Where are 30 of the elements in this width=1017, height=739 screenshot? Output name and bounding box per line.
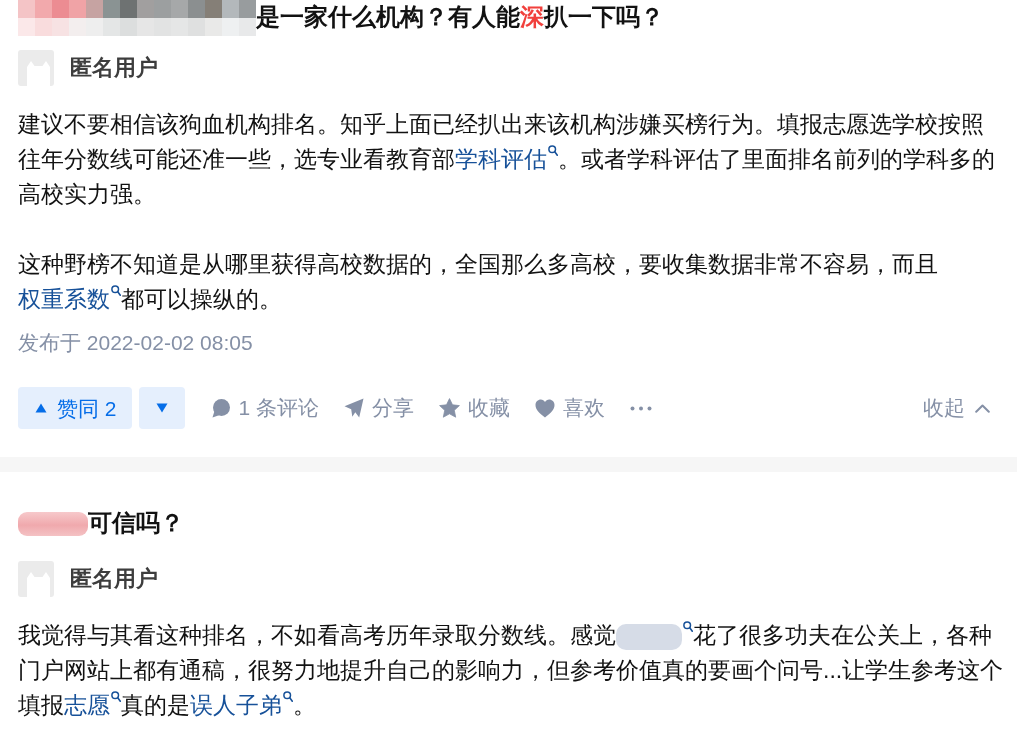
author-name[interactable]: 匿名用户 [70, 53, 158, 83]
paper-plane-icon [344, 398, 365, 418]
comment-bubble-icon [210, 398, 231, 418]
more-icon [630, 405, 653, 411]
search-link[interactable]: 误人子弟 [190, 692, 293, 718]
chevron-up-icon [975, 403, 990, 413]
search-icon [548, 144, 558, 156]
publish-time: 发布于 2022-02-02 08:05 [18, 330, 254, 356]
answer-paragraph: 我觉得与其看这种排名，不如看高考历年录取分数线。感觉 花了很多功夫在公关上，各种门户网站上都有通稿，很努力地提升自己的影响力，但参考价值真的要画个问号...让学生参考这个填报志愿 真的是误人子弟 。 [18, 619, 1005, 720]
answer-paragraph: 这种野榜不知道是从哪里获得高校数据的，全国那么多高校，要收集数据非常不容易，而且 权重系数 都可以操纵的。 [18, 250, 939, 314]
search-link[interactable]: 权重系数 [18, 286, 121, 312]
more-button[interactable] [630, 405, 653, 411]
search-icon [683, 620, 693, 632]
question-title[interactable]: 是一家什么机构？有人能深扒一下吗？ [256, 0, 664, 35]
search-icon [111, 690, 121, 702]
heart-icon [535, 398, 556, 418]
answer-paragraph: 建议不要相信该狗血机构排名。知乎上面已经扒出来该机构涉嫌买榜行为。填报志愿选学校按照往年分数线可能还准一些，选专业看教育部学科评估 。或者学科评估了里面排名前列的学科多的高校实力强。 [18, 110, 996, 209]
blurred-redaction [18, 511, 88, 536]
triangle-up-icon [35, 403, 47, 413]
search-link[interactable]: 学科评估 [455, 146, 558, 172]
search-icon [111, 284, 121, 296]
question-title[interactable]: 可信吗？ [88, 506, 184, 541]
upvote-button[interactable]: 赞同 2 [18, 387, 132, 429]
downvote-button[interactable] [138, 387, 185, 429]
triangle-down-icon [155, 403, 168, 413]
search-icon [283, 690, 293, 702]
search-link[interactable]: 志愿 [64, 692, 121, 718]
blurred-redaction [616, 623, 682, 650]
star-icon [439, 398, 461, 418]
author-name[interactable]: 匿名用户 [70, 564, 158, 594]
